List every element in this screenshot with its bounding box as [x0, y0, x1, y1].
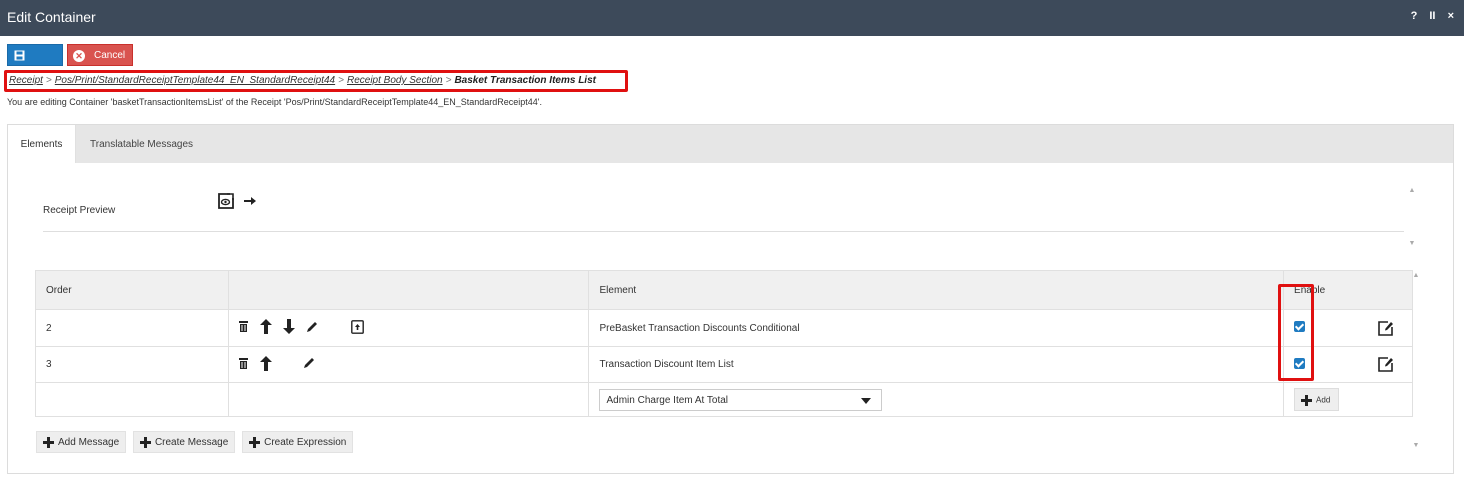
preview-divider: [43, 231, 1404, 232]
row-actions: [227, 346, 590, 383]
empty-cell: [35, 382, 229, 417]
column-header-element: Element: [588, 270, 1285, 310]
breadcrumb: Receipt > Pos/Print/StandardReceiptTemplat…: [4, 70, 628, 92]
create-expression-button[interactable]: Create Expression: [242, 431, 354, 453]
scroll-down-icon[interactable]: ▼: [1412, 442, 1420, 450]
window-controls: ? II ×: [1402, 10, 1454, 22]
enable-column-highlight: [1278, 284, 1314, 381]
scroll-up-icon[interactable]: ▲: [1412, 272, 1420, 280]
pause-icon[interactable]: II: [1429, 10, 1435, 22]
add-element-row: Admin Charge Item At Total Add: [35, 382, 1413, 417]
plus-icon: [1301, 395, 1313, 406]
create-message-label: Create Message: [154, 437, 229, 449]
help-icon[interactable]: ?: [1411, 10, 1418, 22]
breadcrumb-separator: >: [338, 75, 344, 86]
element-type-select[interactable]: Admin Charge Item At Total: [599, 388, 883, 411]
add-message-label: Add Message: [58, 437, 120, 449]
add-button-cell: Add: [1283, 382, 1413, 417]
add-button-label: Add: [1316, 395, 1331, 405]
receipt-preview-label: Receipt Preview: [43, 205, 116, 216]
cancel-button-label: Cancel: [94, 50, 126, 61]
table-row: 3 Transaction Discount Item List: [35, 346, 1413, 383]
element-type-select-value: Admin Charge Item At Total: [606, 394, 729, 406]
row-element-name[interactable]: PreBasket Transaction Discounts Conditio…: [588, 309, 1285, 347]
plus-icon: [249, 437, 261, 448]
scroll-down-icon[interactable]: ▼: [1408, 240, 1416, 248]
row-order: 3: [35, 346, 229, 383]
column-header-actions: [227, 270, 590, 310]
table-header-row: Order Element Enable: [35, 270, 1413, 310]
arrow-right-icon[interactable]: [243, 196, 256, 206]
preview-actions: [217, 192, 256, 210]
row-order: 2: [35, 309, 229, 347]
open-container-icon[interactable]: [351, 319, 364, 337]
tab-bar: Elements Translatable Messages: [8, 125, 1453, 163]
table-row: 2 PreBasket Transaction Discounts Condit…: [35, 309, 1413, 347]
move-up-icon[interactable]: [259, 355, 272, 374]
move-up-icon[interactable]: [259, 319, 272, 337]
breadcrumb-separator: >: [45, 75, 52, 86]
elements-table: Order Element Enable 2 PreBasket Transac…: [35, 270, 1413, 417]
create-message-button[interactable]: Create Message: [132, 431, 236, 453]
tab-translatable-messages[interactable]: Translatable Messages: [90, 125, 193, 163]
add-message-button[interactable]: Add Message: [36, 431, 127, 453]
save-button[interactable]: [7, 44, 63, 66]
floppy-disk-icon: [14, 50, 25, 61]
tab-elements[interactable]: Elements: [8, 125, 76, 163]
row-element-name[interactable]: Transaction Discount Item List: [588, 346, 1285, 383]
breadcrumb-link-body-section[interactable]: Receipt Body Section: [347, 75, 443, 86]
trash-icon[interactable]: [238, 357, 248, 372]
plus-icon: [43, 437, 54, 448]
caret-down-icon: [861, 397, 872, 404]
add-element-button[interactable]: Add: [1294, 388, 1340, 411]
row-actions: [227, 309, 590, 347]
edit-element-icon[interactable]: [1378, 357, 1394, 375]
cancel-x-icon: ✕: [73, 50, 85, 62]
elements-panel: Elements Translatable Messages Receipt P…: [7, 124, 1454, 474]
cancel-button[interactable]: ✕ Cancel: [67, 44, 133, 66]
edit-element-icon[interactable]: [1378, 321, 1394, 339]
preview-receipt-icon[interactable]: [217, 192, 235, 210]
breadcrumb-current: Basket Transaction Items List: [454, 75, 596, 86]
plus-icon: [139, 437, 151, 448]
breadcrumb-link-receipt[interactable]: Receipt: [9, 75, 43, 86]
window-titlebar: Edit Container ? II ×: [0, 0, 1464, 36]
close-icon[interactable]: ×: [1448, 10, 1454, 22]
editing-info-text: You are editing Container 'basketTransac…: [7, 97, 543, 107]
breadcrumb-link-template[interactable]: Pos/Print/StandardReceiptTemplate44_EN_S…: [55, 75, 335, 86]
trash-icon[interactable]: [238, 321, 248, 335]
element-select-cell: Admin Charge Item At Total: [588, 382, 1285, 417]
window-title: Edit Container: [7, 9, 96, 25]
edit-pencil-icon[interactable]: [304, 358, 315, 371]
create-expression-label: Create Expression: [264, 437, 347, 449]
breadcrumb-separator: >: [445, 75, 452, 86]
move-down-icon[interactable]: [283, 319, 296, 337]
bottom-action-buttons: Add Message Create Message Create Expres…: [36, 431, 357, 453]
column-header-order: Order: [35, 270, 229, 310]
empty-cell: [227, 382, 590, 417]
edit-pencil-icon[interactable]: [307, 321, 318, 335]
scroll-up-icon[interactable]: ▲: [1408, 187, 1416, 195]
